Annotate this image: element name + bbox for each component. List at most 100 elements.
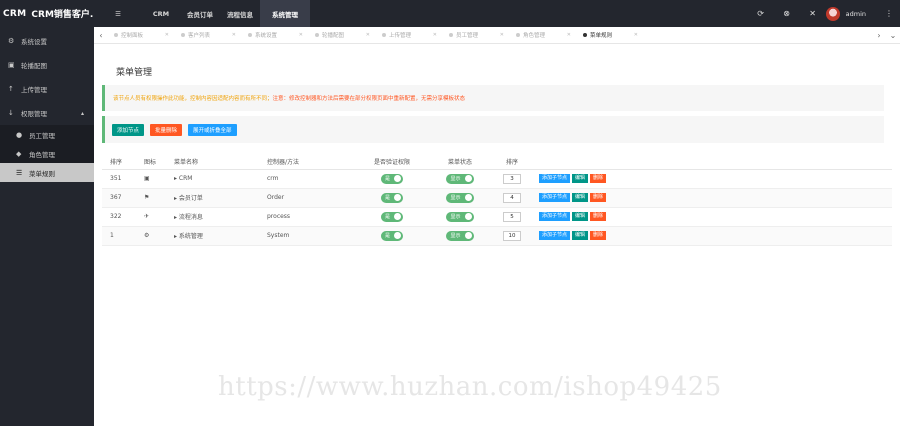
chevron-down-icon[interactable]: ⌄: [886, 31, 900, 40]
tab-label: 员工管理: [456, 33, 479, 39]
cell-actions: 添加子节点 编辑 删除: [531, 188, 892, 208]
col-header-actions: [531, 155, 892, 170]
tab-settings[interactable]: 系统设置 ✕: [242, 31, 309, 39]
edit-button[interactable]: 编辑: [572, 174, 589, 183]
batch-delete-button[interactable]: 批量删除: [150, 123, 183, 136]
cell-sort: 3: [493, 169, 531, 189]
auth-switch[interactable]: 是: [380, 173, 403, 184]
close-icon[interactable]: ✕: [165, 32, 169, 38]
cell-controller: Order: [259, 188, 357, 208]
topnav-process[interactable]: 流程信息: [220, 0, 260, 27]
add-node-button[interactable]: 添加节点: [112, 123, 145, 136]
sort-input[interactable]: 3: [503, 173, 521, 184]
fullscreen-icon[interactable]: ✕: [800, 9, 826, 18]
sidebar-item-carousel[interactable]: ▣ 轮播配图: [0, 53, 94, 77]
col-header-name: 菜单名称: [166, 155, 259, 170]
sidebar-item-label: 轮播配图: [21, 62, 47, 70]
topnav-system[interactable]: 系统管理: [260, 0, 310, 27]
switch-label: 显示: [450, 176, 461, 182]
tab-upload[interactable]: 上传管理 ✕: [376, 31, 443, 39]
tab-menu-rules[interactable]: 菜单规则 ✕: [577, 31, 644, 39]
row-icon: ⚙: [136, 226, 166, 246]
edit-button[interactable]: 编辑: [572, 231, 589, 240]
status-switch[interactable]: 显示: [446, 173, 474, 184]
sidebar-item-permissions[interactable]: ↓ 权限管理 ▴: [0, 101, 94, 125]
delete-button[interactable]: 删除: [590, 231, 607, 240]
more-icon[interactable]: ⋮: [882, 9, 896, 18]
tab-label: 客户列表: [188, 33, 211, 39]
cell-name[interactable]: ▸ 流程消息: [166, 207, 259, 227]
close-icon[interactable]: ✕: [232, 32, 236, 38]
username[interactable]: admin: [846, 10, 866, 18]
sort-input[interactable]: 5: [503, 211, 521, 222]
top-bar: CRM CRM销售客户... ☰ CRM 会员订单 流程信息 系统管理 ⟳ ⊗ …: [0, 0, 900, 27]
tab-staff[interactable]: 员工管理 ✕: [443, 31, 510, 39]
cell-actions: 添加子节点 编辑 删除: [531, 207, 892, 227]
delete-button[interactable]: 删除: [590, 193, 607, 202]
switch-knob: [394, 175, 401, 182]
edit-button[interactable]: 编辑: [572, 212, 589, 221]
menu-toggle-icon[interactable]: ☰: [94, 0, 142, 27]
sidebar-subitem-menu-rules[interactable]: ☰ 菜单规则: [0, 163, 94, 182]
sidebar-item-upload[interactable]: ↑ 上传管理: [0, 77, 94, 101]
tab-label: 角色管理: [523, 33, 546, 39]
close-icon[interactable]: ✕: [299, 32, 303, 38]
avatar[interactable]: [825, 6, 840, 21]
close-icon[interactable]: ✕: [567, 32, 571, 38]
status-switch[interactable]: 显示: [446, 230, 474, 241]
add-child-button[interactable]: 添加子节点: [539, 212, 571, 221]
tab-carousel[interactable]: 轮播配图 ✕: [309, 31, 376, 39]
status-switch[interactable]: 显示: [446, 211, 474, 222]
delete-button[interactable]: 删除: [590, 212, 607, 221]
auth-switch[interactable]: 是: [380, 211, 403, 222]
chevron-left-icon[interactable]: ‹: [94, 31, 108, 40]
gear-icon: ⚙: [8, 37, 15, 45]
add-child-button[interactable]: 添加子节点: [539, 174, 571, 183]
close-icon[interactable]: ✕: [366, 32, 370, 38]
user-icon: ●: [16, 130, 23, 139]
cell-sort: 10: [493, 226, 531, 246]
add-child-button[interactable]: 添加子节点: [539, 231, 571, 240]
tab-roles[interactable]: 角色管理 ✕: [510, 31, 577, 39]
cell-name[interactable]: ▸ CRM: [166, 169, 259, 189]
cell-name[interactable]: ▸ 会员订单: [166, 188, 259, 208]
cell-name[interactable]: ▸ 系统管理: [166, 226, 259, 246]
chevron-right-icon[interactable]: ›: [872, 31, 886, 40]
topnav-orders[interactable]: 会员订单: [180, 0, 220, 27]
auth-switch[interactable]: 是: [380, 192, 403, 203]
close-icon[interactable]: ✕: [634, 32, 638, 38]
cell-auth: 是: [357, 226, 427, 246]
add-child-button[interactable]: 添加子节点: [539, 193, 571, 202]
auth-switch[interactable]: 是: [380, 230, 403, 241]
tab-label: 菜单规则: [590, 33, 613, 39]
sidebar-subitem-staff[interactable]: ● 员工管理: [0, 125, 94, 144]
tab-customers[interactable]: 客户列表 ✕: [175, 31, 242, 39]
status-switch[interactable]: 显示: [446, 192, 474, 203]
clear-cache-icon[interactable]: ⊗: [774, 9, 800, 18]
sidebar-subitem-label: 角色管理: [29, 150, 55, 159]
image-icon: ▣: [8, 61, 15, 69]
tab-dot: [315, 33, 319, 37]
sidebar-subitem-roles[interactable]: ◆ 角色管理: [0, 144, 94, 163]
edit-button[interactable]: 编辑: [572, 193, 589, 202]
close-icon[interactable]: ✕: [433, 32, 437, 38]
cell-controller: process: [259, 207, 357, 227]
brand[interactable]: CRM CRM销售客户...: [0, 0, 94, 27]
delete-button[interactable]: 删除: [590, 174, 607, 183]
refresh-icon[interactable]: ⟳: [748, 9, 774, 18]
cell-status: 显示: [427, 207, 493, 227]
notice-tip: 该节点人员有权限操作此功能，控制内容因适配内容而有所不同；: [113, 96, 273, 102]
brand-logo: CRM: [3, 8, 27, 19]
table-row: 1 ⚙ ▸ 系统管理 System 是 显示 10 添加子节点 编辑 删除: [102, 226, 892, 246]
close-icon[interactable]: ✕: [500, 32, 504, 38]
sort-input[interactable]: 10: [503, 230, 521, 241]
topnav-crm[interactable]: CRM: [142, 0, 180, 27]
tab-dashboard[interactable]: 控制面板 ✕: [108, 31, 175, 39]
sort-input[interactable]: 4: [503, 192, 521, 203]
menu-icon: ☰: [16, 168, 23, 177]
table-row: 367 ⚑ ▸ 会员订单 Order 是 显示 4 添加子节点 编辑 删除: [102, 188, 892, 208]
download-icon: ↓: [8, 109, 14, 117]
expand-collapse-button[interactable]: 展开或折叠全部: [188, 123, 237, 136]
cell-status: 显示: [427, 169, 493, 189]
sidebar-item-system-settings[interactable]: ⚙ 系统设置: [0, 29, 94, 53]
